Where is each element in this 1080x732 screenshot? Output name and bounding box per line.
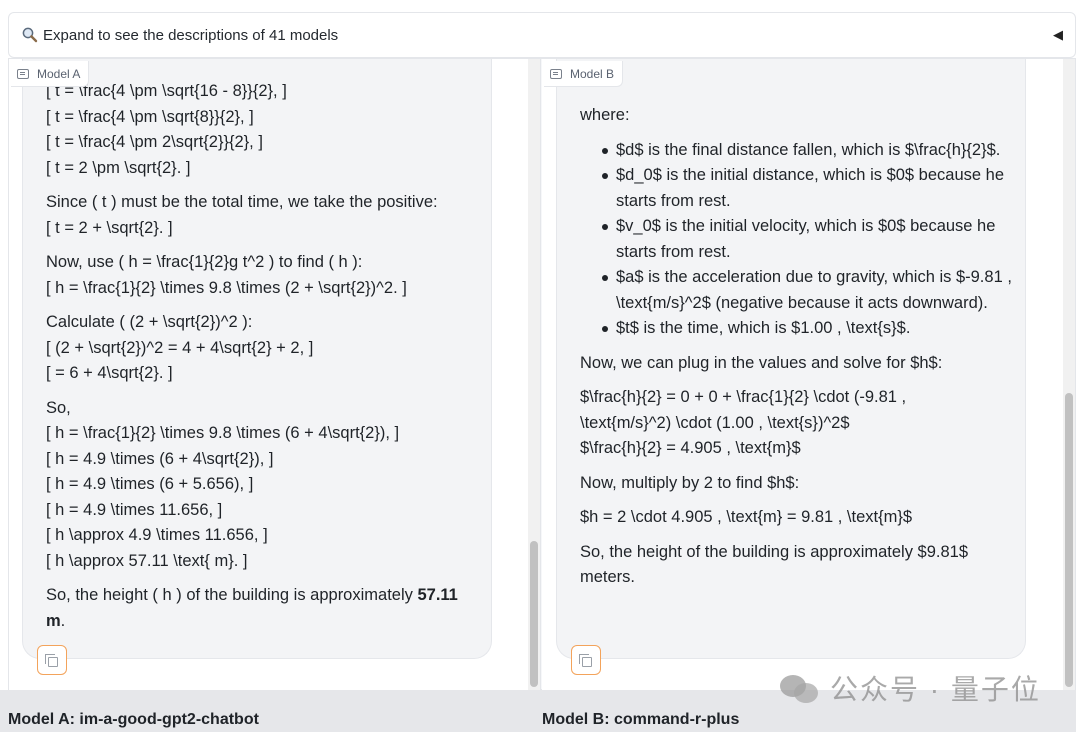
model-a-name: Model A: im-a-good-gpt2-chatbot: [8, 711, 259, 728]
message-line: [ h \approx 57.11 \text{ m}. ]: [46, 551, 248, 570]
model-a-message: [ t = \frac{4 \pm \sqrt{16 - 8}}{2}, ] [ …: [46, 79, 476, 643]
variable-list-item: $d$ is the final distance fallen, which …: [602, 138, 1020, 164]
search-icon: [21, 26, 39, 44]
message-line: So,: [46, 398, 71, 417]
message-paragraph: [ t = \frac{4 \pm \sqrt{16 - 8}}{2}, ] [ …: [46, 79, 476, 181]
caret-left-icon[interactable]: ◀: [1053, 27, 1063, 43]
variable-list-item: $t$ is the time, which is $1.00 , \text{…: [602, 316, 1020, 342]
message-line: Calculate ( (2 + \sqrt{2})^2 ):: [46, 313, 253, 331]
model-b-name: Model B: command-r-plus: [542, 711, 740, 728]
multiply-text: Now, multiply by 2 to find $h$:: [580, 473, 800, 492]
result-text: $h = 2 \cdot 4.905 , \text{m} = 9.81 , \…: [580, 508, 913, 526]
variable-list-item: $a$ is the acceleration due to gravity, …: [602, 265, 1020, 316]
model-b-panel: Model B where: $d$ is the final distance…: [542, 59, 1075, 691]
copy-button[interactable]: [571, 645, 601, 675]
variable-list-item: $v_0$ is the initial velocity, which is …: [602, 214, 1020, 265]
wechat-icon: [780, 671, 820, 705]
conclusion-text: So, the height ( h ) of the building is …: [46, 583, 476, 634]
model-b-scrollbar[interactable]: [1063, 59, 1075, 691]
message-line: [ = 6 + 4\sqrt{2}. ]: [46, 364, 173, 382]
watermark-text: 公众号 · 量子位: [830, 674, 1041, 705]
model-descriptions-accordion[interactable]: Expand to see the descriptions of 41 mod…: [8, 12, 1076, 58]
message-line: Since ( t ) must be the total time, we t…: [46, 193, 438, 211]
equation-line: $\frac{h}{2} = 0 + 0 + \frac{1}{2} \cdot…: [580, 388, 907, 406]
message-line: [ h = 4.9 \times 11.656, ]: [46, 500, 223, 519]
where-label: where:: [580, 106, 630, 124]
conclusion-lead: So, the height ( h ) of the building is …: [46, 586, 418, 604]
scrollbar-thumb[interactable]: [530, 541, 538, 687]
model-a-panel: Model A [ t = \frac{4 \pm \sqrt{16 - 8}}…: [9, 59, 541, 691]
message-paragraph: Since ( t ) must be the total time, we t…: [46, 190, 476, 241]
message-line: [ h = 4.9 \times (6 + 5.656), ]: [46, 475, 254, 493]
equation-line: $\frac{h}{2} = 4.905 , \text{m}$: [580, 439, 801, 457]
equation-block: $\frac{h}{2} = 0 + 0 + \frac{1}{2} \cdot…: [580, 385, 1020, 462]
copy-button[interactable]: [37, 645, 67, 675]
equation-line: \text{m/s}^2) \cdot (1.00 , \text{s})^2$: [580, 413, 850, 432]
model-b-message: where: $d$ is the final distance fallen,…: [580, 103, 1020, 600]
message-line: [ t = \frac{4 \pm \sqrt{8}}{2}, ]: [46, 107, 254, 126]
model-a-scrollbar[interactable]: [528, 59, 540, 691]
chat-icon: [17, 68, 29, 79]
message-line: [ (2 + \sqrt{2})^2 = 4 + 4\sqrt{2} + 2, …: [46, 338, 314, 357]
model-b-tag: Model B: [544, 61, 624, 87]
model-a-tag-label: Model A: [37, 66, 81, 81]
plug-text: Now, we can plug in the values and solve…: [580, 353, 943, 372]
message-paragraph: So, [ h = \frac{1}{2} \times 9.8 \times (…: [46, 396, 476, 575]
watermark: 公众号 · 量子位: [780, 668, 1041, 708]
variable-list: $d$ is the final distance fallen, which …: [580, 138, 1020, 342]
variable-list-item: $d_0$ is the initial distance, which is …: [602, 163, 1020, 214]
message-line: [ h = \frac{1}{2} \times 9.8 \times (2 +…: [46, 278, 407, 297]
battle-frame: Model A [ t = \frac{4 \pm \sqrt{16 - 8}}…: [8, 58, 1076, 691]
message-line: [ t = 2 \pm \sqrt{2}. ]: [46, 158, 191, 177]
model-b-tag-label: Model B: [570, 66, 615, 81]
message-line: [ h = \frac{1}{2} \times 9.8 \times (6 +…: [46, 424, 400, 442]
model-a-tag: Model A: [11, 61, 90, 87]
conclusion-end: .: [60, 611, 66, 630]
message-paragraph: Calculate ( (2 + \sqrt{2})^2 ): [ (2 + \s…: [46, 310, 476, 387]
message-line: [ t = \frac{4 \pm \sqrt{16 - 8}}{2}, ]: [46, 82, 287, 100]
message-line: [ h \approx 4.9 \times 11.656, ]: [46, 526, 268, 544]
message-line: [ t = \frac{4 \pm 2\sqrt{2}}{2}, ]: [46, 133, 263, 151]
conclusion-text: So, the height of the building is approx…: [580, 542, 969, 587]
scrollbar-thumb[interactable]: [1065, 393, 1073, 687]
message-paragraph: Now, use ( h = \frac{1}{2}g t^2 ) to fin…: [46, 250, 476, 301]
message-line: [ h = 4.9 \times (6 + 4\sqrt{2}), ]: [46, 449, 274, 468]
message-line: Now, use ( h = \frac{1}{2}g t^2 ) to fin…: [46, 253, 363, 271]
message-line: [ t = 2 + \sqrt{2}. ]: [46, 218, 173, 237]
accordion-label: Expand to see the descriptions of 41 mod…: [43, 26, 339, 44]
chat-icon: [550, 68, 562, 79]
